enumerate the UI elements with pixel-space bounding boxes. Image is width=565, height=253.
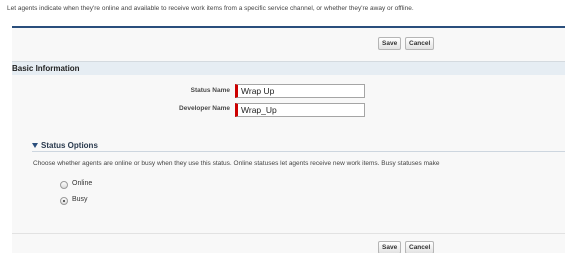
status-options-header[interactable]: Status Options	[32, 140, 565, 152]
radio-label-online: Online	[72, 180, 93, 187]
status-name-input[interactable]: Wrap Up	[235, 84, 365, 98]
radio-button-online[interactable]	[60, 181, 68, 189]
collapse-triangle-icon[interactable]	[32, 143, 38, 148]
status-name-label: Status Name	[190, 87, 230, 94]
developer-name-label: Developer Name	[179, 105, 230, 112]
radio-button-busy[interactable]	[60, 197, 68, 205]
status-options-title: Status Options	[41, 141, 98, 150]
bottom-button-row: Save Cancel	[12, 234, 565, 253]
status-options-description: Choose whether agents are online or busy…	[33, 160, 440, 167]
save-button-bottom[interactable]: Save	[378, 241, 402, 253]
status-form: Save Cancel Basic Information Status Nam…	[12, 26, 565, 253]
developer-name-input[interactable]: Wrap_Up	[235, 103, 365, 117]
cancel-button-top[interactable]: Cancel	[405, 37, 435, 50]
top-button-row: Save Cancel	[12, 30, 565, 54]
intro-text: Let agents indicate when they're online …	[7, 5, 414, 12]
cancel-button-bottom[interactable]: Cancel	[405, 241, 435, 253]
section-title: Basic Information	[12, 64, 80, 73]
basic-information-header: Basic Information	[12, 61, 565, 75]
radio-label-busy: Busy	[72, 196, 88, 203]
save-button-top[interactable]: Save	[378, 37, 402, 50]
